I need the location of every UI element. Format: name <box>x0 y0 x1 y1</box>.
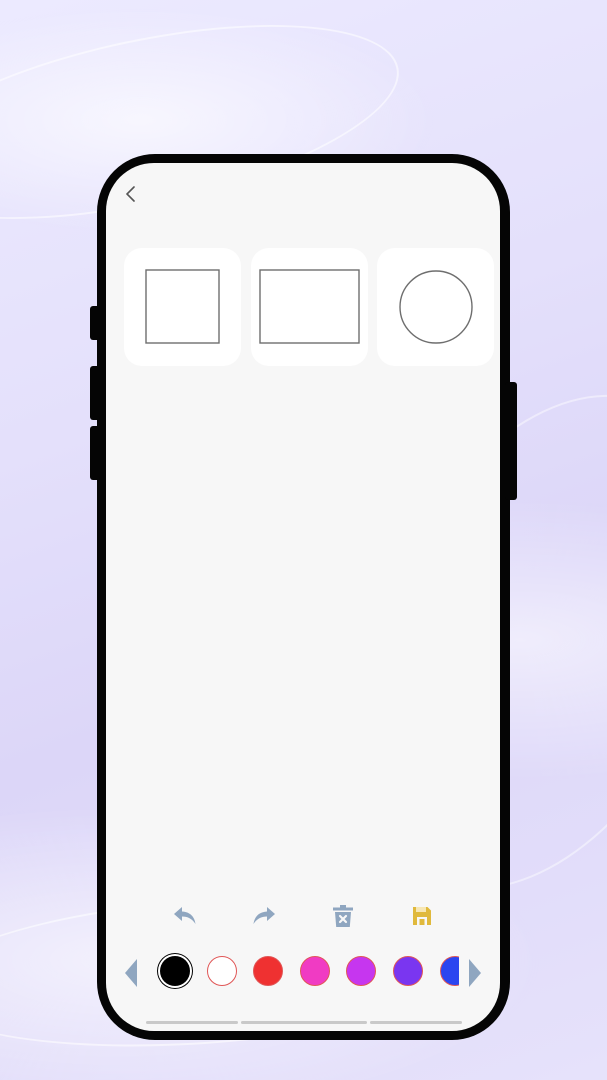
color-swatch-purple[interactable] <box>393 956 423 986</box>
scroll-indicator <box>241 1021 367 1024</box>
drawing-screen[interactable] <box>106 163 500 1031</box>
save-button[interactable] <box>405 901 439 931</box>
color-palette <box>106 953 500 993</box>
palette-prev-button[interactable] <box>122 957 140 989</box>
palette-next-button[interactable] <box>466 957 484 989</box>
drawing-toolbar <box>106 901 500 931</box>
scroll-indicator <box>370 1021 462 1024</box>
chevron-right-icon <box>469 959 481 987</box>
shape-picker <box>124 248 500 366</box>
color-swatch-blue[interactable] <box>440 956 459 986</box>
undo-icon <box>174 907 196 924</box>
rectangle-shape-icon <box>258 269 360 344</box>
color-swatch-magenta[interactable] <box>346 956 376 986</box>
phone-frame <box>90 154 517 1040</box>
trash-icon <box>333 905 353 927</box>
redo-icon <box>253 907 275 924</box>
back-button[interactable] <box>116 179 146 209</box>
save-icon <box>413 907 431 925</box>
phone-volume-down-button <box>90 426 100 480</box>
shape-option-rectangle[interactable] <box>251 248 368 366</box>
clear-canvas-button[interactable] <box>326 901 360 931</box>
phone-volume-up-button <box>90 366 100 420</box>
chevron-left-icon <box>125 959 137 987</box>
square-shape-icon <box>144 269 220 344</box>
phone-side-button <box>90 306 100 340</box>
color-swatch-white[interactable] <box>207 956 237 986</box>
color-swatch-black[interactable] <box>160 956 190 986</box>
phone-power-button <box>505 382 517 500</box>
scroll-indicator <box>146 1021 238 1024</box>
color-swatch-list <box>156 953 459 993</box>
shape-option-square[interactable] <box>124 248 241 366</box>
color-swatch-pink[interactable] <box>300 956 330 986</box>
redo-button[interactable] <box>247 901 281 931</box>
color-swatch-red[interactable] <box>253 956 283 986</box>
undo-button[interactable] <box>168 901 202 931</box>
circle-shape-icon <box>398 270 473 344</box>
shape-option-circle[interactable] <box>377 248 494 366</box>
chevron-left-icon <box>126 186 135 202</box>
